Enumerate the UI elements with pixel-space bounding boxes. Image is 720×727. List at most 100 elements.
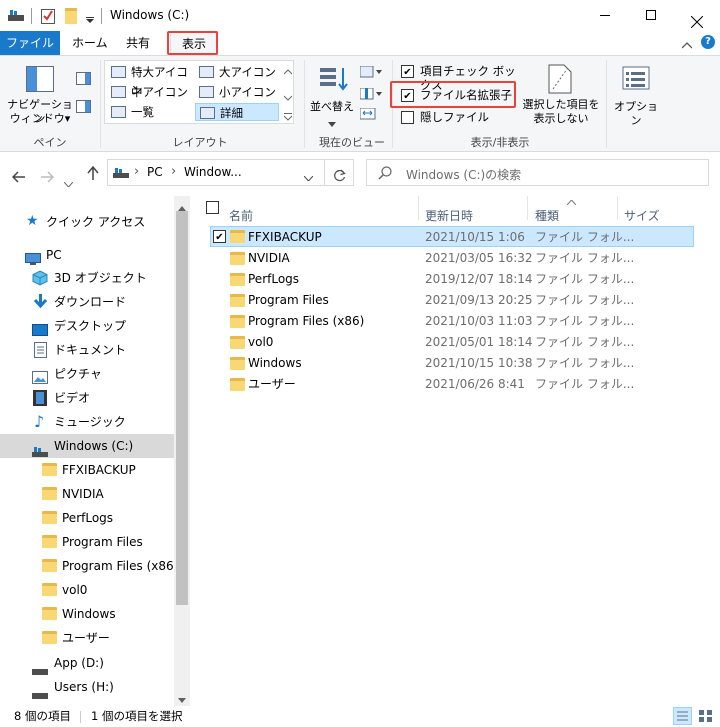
scroll-down-icon[interactable] [178, 692, 186, 703]
hide-selected-items-button[interactable]: 選択した項目を 表示しない [520, 62, 602, 128]
nav-drive-d[interactable]: App (D:) [0, 651, 174, 675]
nav-folder-windows[interactable]: Windows [0, 602, 174, 626]
add-columns-icon[interactable] [359, 87, 382, 100]
layout-small-icons[interactable]: 小アイコン [195, 83, 287, 101]
scroll-up-icon[interactable] [178, 200, 186, 211]
nav-folder-vol0[interactable]: vol0 [0, 578, 174, 602]
nav-drive-c[interactable]: Windows (C:) [0, 434, 174, 458]
nav-downloads[interactable]: ダウンロード [0, 290, 174, 314]
up-button[interactable] [83, 162, 105, 184]
address-dropdown-icon[interactable] [303, 170, 314, 182]
details-pane-icon[interactable] [76, 100, 91, 113]
nav-folder-ffxibackup[interactable]: FFXIBACKUP [0, 458, 174, 482]
tab-file[interactable]: ファイル [0, 31, 60, 56]
forward-button[interactable] [37, 162, 59, 184]
column-divider[interactable] [527, 196, 528, 220]
layout-large-icons[interactable]: 大アイコン [195, 63, 287, 81]
gallery-scroll-up-icon[interactable] [283, 64, 293, 75]
file-type: ファイル フォル... [535, 293, 635, 307]
maximize-button[interactable] [628, 0, 674, 31]
file-type: ファイル フォル... [535, 230, 635, 244]
select-all-checkbox[interactable] [206, 201, 219, 214]
tab-view[interactable]: 表示 [170, 31, 218, 56]
tab-home[interactable]: ホーム [64, 31, 116, 56]
nav-quick-access[interactable]: ★ クイック アクセス [0, 210, 174, 234]
nav-folder-perflogs[interactable]: PerfLogs [0, 506, 174, 530]
file-row[interactable]: vol0 2021/05/01 18:14 ファイル フォル... [210, 332, 694, 353]
folder-icon [230, 252, 245, 265]
status-bar: 8 個の項目 1 個の項目を選択 [0, 706, 720, 727]
sidebar-scroll-thumb[interactable] [176, 211, 188, 605]
collapse-ribbon-icon[interactable] [681, 38, 693, 49]
navigation-pane-button[interactable]: ナビゲーション ウィンドウ▾ [6, 62, 73, 126]
nav-folder-nvidia[interactable]: NVIDIA [0, 482, 174, 506]
ribbon-divider [606, 60, 607, 148]
nav-desktop[interactable]: デスクトップ [0, 314, 174, 338]
options-button[interactable]: オプション [610, 62, 662, 127]
item-checkboxes-toggle[interactable]: 項目チェック ボックス [398, 62, 520, 92]
nav-folder-users[interactable]: ユーザー [0, 626, 174, 650]
nav-pc[interactable]: PC [0, 243, 174, 267]
file-row[interactable]: NVIDIA 2021/03/05 16:32 ファイル フォル... [210, 248, 694, 269]
layout-list[interactable]: 一覧 [107, 103, 195, 121]
column-divider[interactable] [418, 196, 419, 220]
file-row[interactable]: ユーザー 2021/06/26 8:41 ファイル フォル... [210, 374, 694, 395]
help-icon[interactable]: ? [701, 35, 715, 49]
file-row[interactable]: FFXIBACKUP 2021/10/15 1:06 ファイル フォル... [210, 226, 694, 247]
options-label: オプション [614, 100, 658, 127]
breadcrumb-pc[interactable]: PC [147, 165, 163, 179]
file-row[interactable]: Program Files 2021/09/13 20:25 ファイル フォル.… [210, 290, 694, 311]
address-bar[interactable]: › PC › Window... [107, 159, 325, 186]
column-divider[interactable] [617, 196, 618, 220]
nav-music[interactable]: ♪ ミュージック [0, 410, 174, 434]
file-extensions-toggle[interactable]: ファイル名拡張子 [398, 86, 516, 104]
group-by-icon[interactable] [359, 65, 382, 78]
row-checkbox[interactable] [213, 230, 226, 243]
refresh-button[interactable] [325, 159, 354, 186]
layout-medium-icons[interactable]: 中アイコン [107, 83, 195, 101]
layout-extra-large-icons[interactable]: 特大アイコン [107, 63, 195, 97]
close-button[interactable] [674, 0, 720, 31]
minimize-button[interactable] [582, 0, 628, 31]
large-icons-view-icon[interactable] [697, 708, 714, 724]
column-header-size[interactable]: サイズ [624, 207, 660, 224]
new-folder-icon[interactable] [65, 8, 79, 24]
column-header-name[interactable]: 名前 [229, 207, 253, 224]
item-checkboxes-checkbox[interactable] [401, 65, 414, 78]
file-row[interactable]: PerfLogs 2019/12/07 18:14 ファイル フォル... [210, 269, 694, 290]
details-view-icon[interactable] [673, 707, 692, 725]
file-row[interactable]: Program Files (x86) 2021/10/03 11:03 ファイ… [210, 311, 694, 332]
nav-folder-program-files[interactable]: Program Files [0, 530, 174, 554]
layout-details[interactable]: 詳細 [195, 103, 279, 121]
gallery-scroll-down-icon[interactable] [283, 90, 293, 101]
nav-videos[interactable]: ビデオ [0, 386, 174, 410]
hidden-items-checkbox[interactable] [401, 111, 414, 124]
recent-locations-button[interactable] [62, 162, 76, 188]
nav-drive-h[interactable]: Users (H:) [0, 675, 174, 699]
nav-folder-program-files-x86[interactable]: Program Files (x86) [0, 554, 178, 578]
gallery-more-icon[interactable] [283, 110, 293, 121]
breadcrumb-current[interactable]: Window... [184, 165, 242, 179]
customize-toolbar-icon[interactable] [86, 12, 94, 23]
column-header-date[interactable]: 更新日時 [425, 207, 473, 224]
nav-documents[interactable]: ドキュメント [0, 338, 174, 362]
breadcrumb-separator: › [171, 164, 177, 179]
sort-by-button[interactable]: 並べ替え [308, 62, 356, 127]
back-button[interactable] [9, 162, 31, 184]
hidden-items-toggle[interactable]: 隠しファイル [398, 108, 498, 126]
properties-icon[interactable] [41, 7, 55, 24]
folder-icon [42, 583, 57, 596]
file-extensions-checkbox[interactable] [401, 89, 414, 102]
nav-3d-objects[interactable]: 3D オブジェクト [0, 266, 174, 290]
size-columns-icon[interactable] [359, 107, 376, 120]
download-arrow-icon [33, 294, 48, 310]
folder-icon [230, 357, 245, 370]
search-box[interactable]: Windows (C:)の検索 [366, 159, 709, 186]
file-type: ファイル フォル... [535, 251, 635, 265]
column-header-type[interactable]: 種類 [535, 207, 559, 224]
nav-pictures[interactable]: ピクチャ [0, 362, 174, 386]
tab-share[interactable]: 共有 [118, 31, 158, 56]
preview-pane-icon[interactable] [76, 72, 91, 85]
file-row[interactable]: Windows 2021/10/15 10:38 ファイル フォル... [210, 353, 694, 374]
app-drive-icon[interactable] [8, 10, 24, 21]
